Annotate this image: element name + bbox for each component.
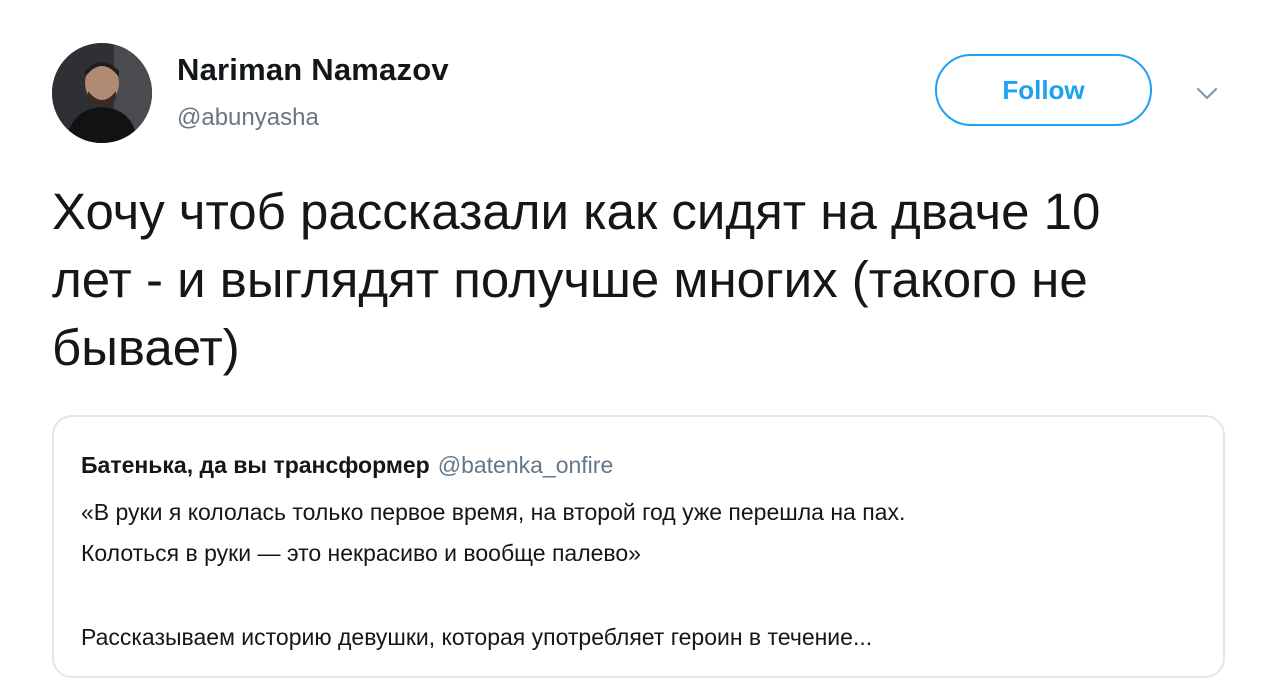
quoted-tweet-header: Батенька, да вы трансформер @batenka_onfi… [81, 452, 613, 479]
quoted-tweet-text-line: Рассказываем историю девушки, которая уп… [81, 624, 873, 650]
tweet-text-line: бывает) [52, 319, 240, 376]
quoted-tweet-text-line: «В руки я кололась только первое время, … [81, 499, 906, 525]
author-display-name[interactable]: Nariman Namazov [177, 52, 449, 88]
chevron-down-icon-glyph [1196, 87, 1218, 100]
author-handle[interactable]: @abunyasha [177, 104, 319, 132]
tweet: Nariman Namazov @abunyasha Follow Хочу ч… [0, 0, 1280, 700]
quoted-tweet-card[interactable]: Батенька, да вы трансформер @batenka_onfi… [52, 415, 1225, 678]
tweet-text: Хочу чтоб рассказали как сидят на дваче … [52, 178, 1252, 382]
quoted-author-name: Батенька, да вы трансформер [81, 452, 430, 478]
quoted-tweet-text-line: Колоться в руки — это некрасиво и вообще… [81, 540, 641, 566]
follow-button[interactable]: Follow [935, 54, 1152, 126]
quoted-author-handle: @batenka_onfire [437, 452, 614, 478]
tweet-text-line: Хочу чтоб рассказали как сидят на дваче … [52, 183, 1101, 240]
chevron-down-icon[interactable] [1192, 84, 1222, 104]
avatar-photo [52, 43, 152, 143]
tweet-text-line: лет - и выглядят получше многих (такого … [52, 251, 1088, 308]
avatar[interactable] [52, 43, 152, 143]
